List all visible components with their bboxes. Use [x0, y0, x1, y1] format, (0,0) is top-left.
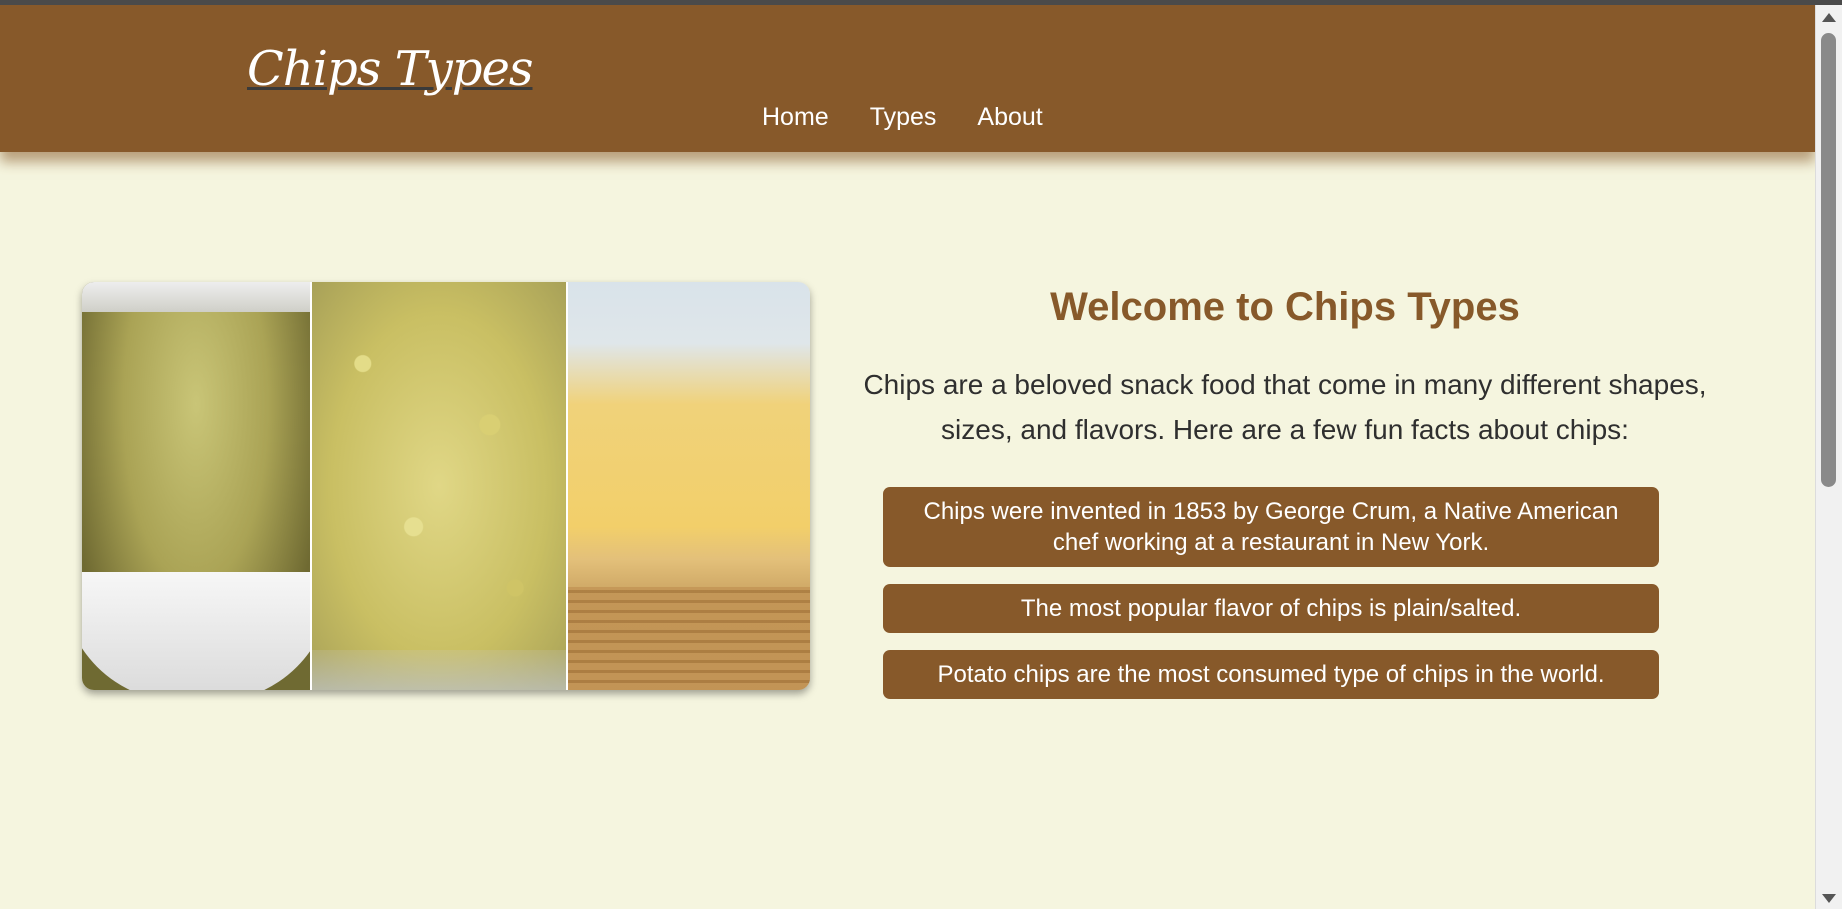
welcome-heading: Welcome to Chips Types: [1050, 285, 1520, 329]
main-nav: Home Types About: [762, 103, 1043, 132]
scroll-up-arrow-icon[interactable]: [1822, 13, 1836, 22]
white-bowl-shape: [82, 572, 311, 690]
chips-collage-image: [82, 282, 810, 690]
page-viewport: Chips Types Home Types About Welcome to …: [0, 5, 1815, 909]
banana-chips-bowl-photo: [82, 282, 311, 690]
scrollbar-thumb[interactable]: [1821, 33, 1836, 487]
site-header: Chips Types Home Types About: [0, 5, 1815, 152]
fact-item: Potato chips are the most consumed type …: [883, 650, 1659, 699]
nav-types-link[interactable]: Types: [870, 103, 937, 132]
wicker-basket-shape: [567, 587, 810, 690]
nav-home-link[interactable]: Home: [762, 103, 829, 132]
vertical-scrollbar[interactable]: [1815, 5, 1842, 909]
flaked-chips-glass-bowl-photo: [310, 282, 566, 690]
facts-list: Chips were invented in 1853 by George Cr…: [883, 487, 1659, 699]
fact-item: The most popular flavor of chips is plai…: [883, 584, 1659, 633]
fact-item: Chips were invented in 1853 by George Cr…: [883, 487, 1659, 567]
glass-bowl-rim-shape: [312, 650, 566, 690]
intro-paragraph: Chips are a beloved snack food that come…: [863, 369, 1707, 445]
crisps-basket-photo: [565, 282, 810, 690]
scroll-down-arrow-icon[interactable]: [1822, 894, 1836, 903]
nav-about-link[interactable]: About: [977, 103, 1042, 132]
site-logo[interactable]: Chips Types: [247, 41, 534, 97]
